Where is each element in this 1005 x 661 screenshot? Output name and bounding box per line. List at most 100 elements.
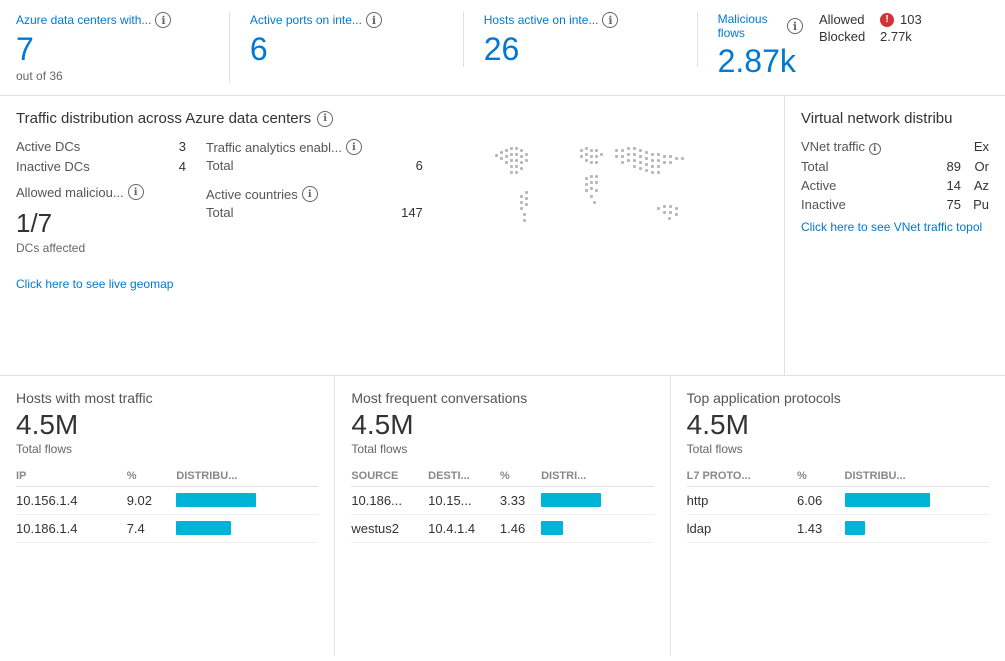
vnet-inactive-row: Inactive 75 Pu [801, 197, 989, 212]
protocols-table-header: L7 PROTO... % DISTRIBU... [687, 466, 989, 487]
protocols-table: L7 PROTO... % DISTRIBU... http 6.06 ldap… [687, 466, 989, 543]
hosts-panel: Hosts with most traffic 4.5M Total flows… [0, 376, 335, 656]
proto-bar [845, 521, 865, 535]
inactive-dcs-label: Inactive DCs [16, 159, 90, 174]
conv-pct-cell: 3.33 [500, 486, 541, 514]
conv-pct-cell: 1.46 [500, 514, 541, 542]
vnet-total-label: Total [801, 159, 941, 174]
vnet-info-icon[interactable]: ℹ [869, 143, 881, 155]
vnet-inactive-value: 75 [941, 197, 961, 212]
proto-bar-cell [845, 486, 989, 514]
dcs-affected-label: DCs affected [16, 241, 186, 255]
protocols-total-label: Total flows [687, 442, 989, 456]
malicious-flows-metric: Malicious flows ℹ 2.87k Allowed ! 103 Bl… [718, 12, 969, 79]
countries-total-row: Total 147 [206, 205, 423, 220]
conversations-table-header: SOURCE DESTI... % DISTRI... [351, 466, 653, 487]
dc-stats-group: Active DCs 3 Inactive DCs 4 [16, 139, 186, 174]
hosts-active-value: 26 [484, 32, 677, 67]
conversations-table: SOURCE DESTI... % DISTRI... 10.186... 10… [351, 466, 653, 543]
vnet-extra-col-header: Ex [969, 139, 989, 155]
vnet-active-row: Active 14 Az [801, 178, 989, 193]
conversations-total-label: Total flows [351, 442, 653, 456]
blocked-row: Blocked 2.77k [819, 29, 949, 44]
azure-dc-info-icon[interactable]: ℹ [155, 12, 171, 28]
geomap-link[interactable]: Click here to see live geomap [16, 277, 173, 291]
allowed-label: Allowed [819, 12, 874, 27]
malicious-flows-breakdown: Allowed ! 103 Blocked 2.77k [819, 12, 949, 44]
top-metrics-bar: Azure data centers with... ℹ 7 out of 36… [0, 0, 1005, 96]
sections-row: Traffic distribution across Azure data c… [0, 96, 1005, 376]
malicious-flows-section: Malicious flows ℹ 2.87k Allowed ! 103 Bl… [718, 12, 949, 79]
conv-source-cell: westus2 [351, 514, 428, 542]
proto-bar [845, 493, 930, 507]
conv-dist-header: DISTRI... [541, 466, 654, 487]
hosts-total-value: 4.5M [16, 408, 318, 442]
table-row: 10.186... 10.15... 3.33 [351, 486, 653, 514]
analytics-total-row: Total 6 [206, 158, 423, 173]
conv-bar [541, 493, 601, 507]
analytics-title: Traffic analytics enabl... ℹ [206, 139, 423, 155]
hosts-pct-header: % [127, 466, 177, 487]
bottom-sections: Hosts with most traffic 4.5M Total flows… [0, 376, 1005, 656]
blocked-value: 2.77k [880, 29, 912, 44]
conv-bar-cell [541, 514, 654, 542]
world-map-svg [485, 139, 725, 269]
hosts-dist-header: DISTRIBU... [176, 466, 318, 487]
proto-name-cell: ldap [687, 514, 797, 542]
traffic-section: Traffic distribution across Azure data c… [0, 96, 785, 375]
allowed-badge: ! [880, 13, 894, 27]
countries-total-value: 147 [401, 205, 423, 220]
traffic-analytics: Traffic analytics enabl... ℹ Total 6 Act… [206, 139, 423, 269]
azure-dc-metric: Azure data centers with... ℹ 7 out of 36 [16, 12, 230, 83]
world-map-area [443, 139, 768, 269]
countries-info-icon[interactable]: ℹ [302, 186, 318, 202]
host-bar-cell [176, 514, 318, 542]
proto-name-cell: http [687, 486, 797, 514]
analytics-info-icon[interactable]: ℹ [346, 139, 362, 155]
malicious-flows-label: Malicious flows ℹ [718, 12, 803, 40]
conv-bar [541, 521, 563, 535]
conv-source-cell: 10.186... [351, 486, 428, 514]
proto-pct-cell: 1.43 [797, 514, 845, 542]
vnet-header-row: VNet traffic ℹ Ex [801, 139, 989, 155]
conversations-panel: Most frequent conversations 4.5M Total f… [335, 376, 670, 656]
azure-dc-label: Azure data centers with... ℹ [16, 12, 209, 28]
active-dcs-label: Active DCs [16, 139, 80, 154]
hosts-table: IP % DISTRIBU... 10.156.1.4 9.02 10.186.… [16, 466, 318, 543]
conv-bar-cell [541, 486, 654, 514]
hosts-total-label: Total flows [16, 442, 318, 456]
malicious-flows-info-icon[interactable]: ℹ [787, 18, 803, 34]
vnet-total-value: 89 [941, 159, 961, 174]
inactive-dcs-value: 4 [179, 159, 186, 174]
host-bar [176, 493, 256, 507]
table-row: http 6.06 [687, 486, 989, 514]
vnet-active-value: 14 [941, 178, 961, 193]
analytics-total-value: 6 [416, 158, 423, 173]
hosts-active-metric: Hosts active on inte... ℹ 26 [484, 12, 698, 67]
malicious-left: Malicious flows ℹ 2.87k [718, 12, 803, 79]
countries-title: Active countries ℹ [206, 186, 423, 202]
allowed-value: 103 [900, 12, 922, 27]
vnet-active-label: Active [801, 178, 941, 193]
host-pct-cell: 9.02 [127, 486, 177, 514]
vnet-inactive-label: Inactive [801, 197, 941, 212]
dc-fraction: 1/7 [16, 208, 186, 239]
hosts-active-info-icon[interactable]: ℹ [602, 12, 618, 28]
active-dcs-row: Active DCs 3 [16, 139, 186, 154]
countries-total-label: Total [206, 205, 233, 220]
blocked-label: Blocked [819, 29, 874, 44]
vnet-section: Virtual network distribu VNet traffic ℹ … [785, 96, 1005, 375]
conv-dest-cell: 10.15... [428, 486, 500, 514]
active-ports-info-icon[interactable]: ℹ [366, 12, 382, 28]
vnet-topology-link[interactable]: Click here to see VNet traffic topol [801, 220, 989, 234]
table-row: 10.186.1.4 7.4 [16, 514, 318, 542]
host-bar [176, 521, 231, 535]
vnet-traffic-col-header: VNet traffic ℹ [801, 139, 969, 155]
table-row: westus2 10.4.1.4 1.46 [351, 514, 653, 542]
traffic-info-icon[interactable]: ℹ [317, 111, 333, 127]
traffic-content: Active DCs 3 Inactive DCs 4 Allowed mali… [16, 139, 768, 269]
hosts-active-label: Hosts active on inte... ℹ [484, 12, 677, 28]
protocols-panel: Top application protocols 4.5M Total flo… [671, 376, 1005, 656]
proto-pct-header: % [797, 466, 845, 487]
allowed-malicious-info-icon[interactable]: ℹ [128, 184, 144, 200]
